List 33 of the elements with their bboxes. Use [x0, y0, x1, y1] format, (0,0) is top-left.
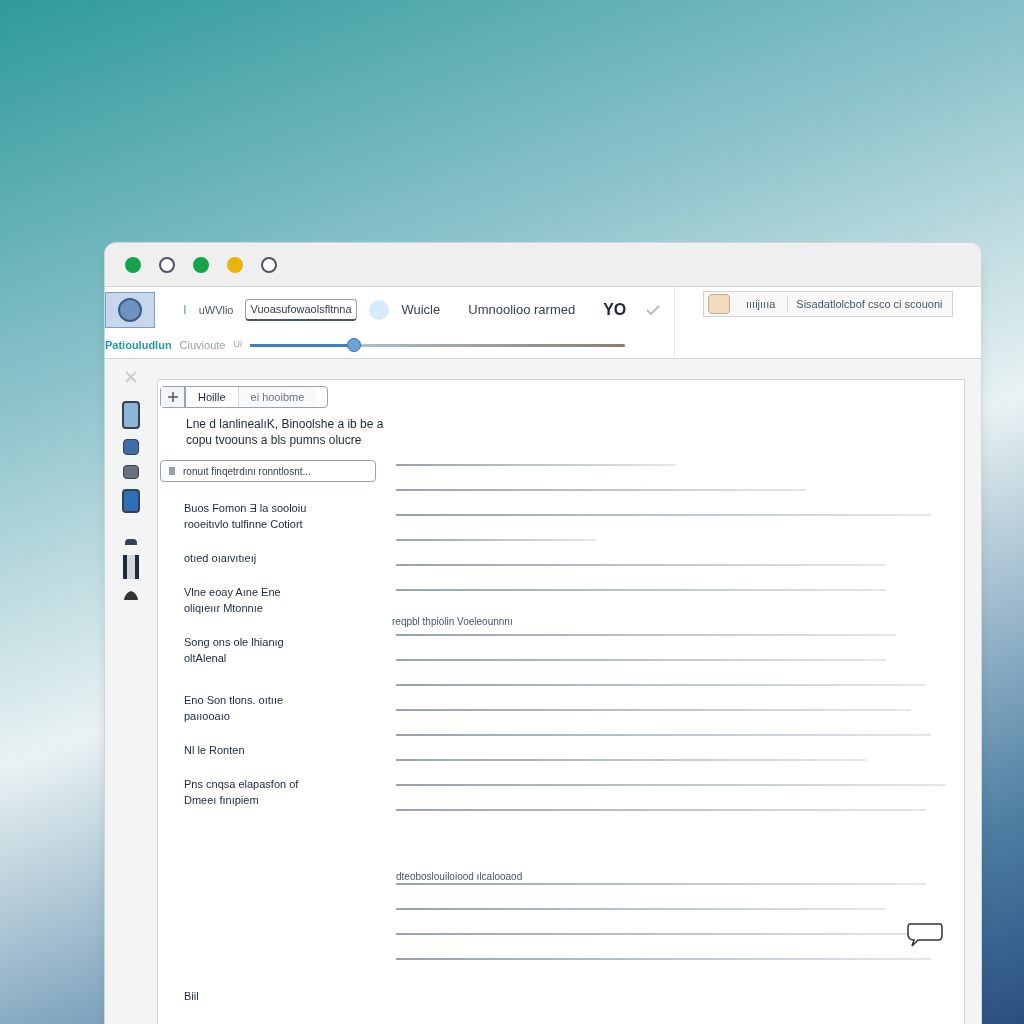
caption: reqpbl thpiolin Voeleounnnı — [392, 615, 514, 629]
toolbar-label: uWVlio — [198, 302, 234, 318]
toolbar-marker: I — [183, 301, 187, 320]
slider-thumb[interactable] — [347, 338, 362, 352]
hint-text: Ciuvioute — [179, 337, 226, 353]
intro-paragraph: Lne d lanlinealıK, Binoolshe a ib be a copu tvoouns a bls pumns olucre — [185, 416, 385, 448]
chat-icon[interactable] — [906, 920, 944, 950]
text-field[interactable]: Vuoasufowaolsfltnna — [245, 299, 358, 321]
search-field[interactable]: ronuıt finqetrdını ronntlosnt... — [160, 460, 376, 482]
unit-text: Ui — [233, 338, 242, 352]
field-label: otıed oıaıvıtıeıj — [184, 551, 258, 566]
field-label: Vlne eoay Aıne Ene oliqıeıır Mtonnıe — [184, 585, 282, 616]
field-label: Song ons ole lhianıg oltAlenal — [184, 635, 285, 666]
phone-icon[interactable] — [122, 401, 140, 429]
badge-text: YO — [603, 300, 627, 320]
section-label: Patiouludlun — [105, 337, 172, 353]
add-icon[interactable] — [161, 387, 185, 407]
status-text: Umnoolioo rarmed — [468, 301, 576, 320]
field-label: Pns cnqsa elapasfon of Dmeeı fınıpiem — [184, 777, 300, 808]
side-label: ıııijıııa — [734, 295, 789, 313]
field-label: Buos Fomon Ǝ la sooloiu rooeitıvlo tulfinne Cotiort — [184, 501, 308, 532]
tablet-icon[interactable] — [122, 489, 140, 513]
check-icon[interactable] — [646, 304, 661, 316]
side-text: Sisadatlolcbof csco ci scouoni — [795, 296, 944, 312]
indicator-icon — [369, 300, 390, 320]
app-icon[interactable] — [105, 292, 155, 328]
caption: dteoboslouiloiood ılcalooaod — [396, 870, 524, 883]
tab[interactable]: ei hooibme — [237, 387, 317, 407]
field-label: Nl le Ronten — [184, 743, 246, 758]
field-label: Biil — [184, 989, 200, 1004]
slider[interactable] — [249, 338, 625, 352]
toolbar-title: Wuicle — [401, 301, 441, 320]
field-label: Eno Son tlons. oıtııe paııooaıo — [184, 693, 285, 724]
